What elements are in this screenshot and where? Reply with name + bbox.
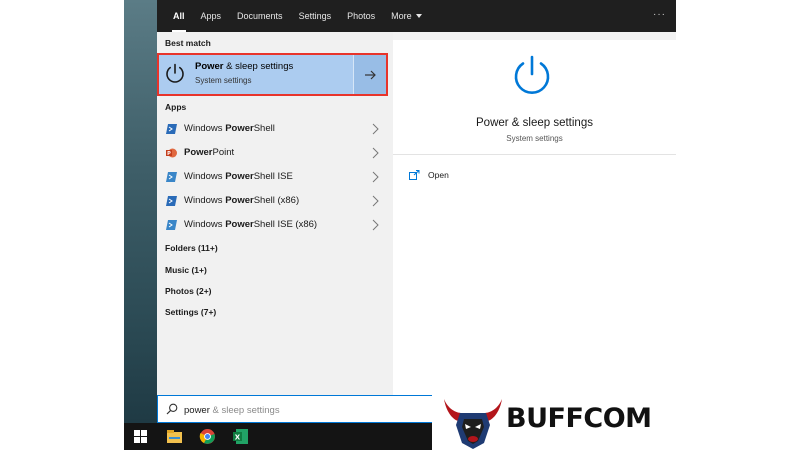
powershell-icon — [166, 124, 177, 134]
best-match-heading: Best match — [165, 38, 211, 48]
chevron-right-icon[interactable] — [371, 195, 379, 207]
search-input[interactable]: power & sleep settings — [184, 405, 280, 416]
search-icon — [166, 403, 178, 415]
details-actions: Open — [393, 154, 676, 395]
windows-start-icon[interactable] — [134, 430, 147, 443]
group-settings[interactable]: Settings (7+) — [165, 307, 216, 317]
excel-icon[interactable]: X — [232, 428, 249, 445]
arrow-right-icon — [365, 70, 376, 79]
best-match-result[interactable]: Power & sleep settings System settings — [157, 53, 388, 96]
open-external-icon — [409, 170, 420, 180]
app-result-windows-powershell-x86[interactable]: Windows PowerShell (x86) — [157, 189, 393, 213]
svg-text:P: P — [167, 151, 171, 157]
details-subtitle: System settings — [506, 134, 563, 143]
open-action-label: Open — [428, 170, 449, 180]
details-title: Power & sleep settings — [476, 117, 593, 129]
chevron-down-icon — [415, 14, 422, 18]
search-filter-bar: All Apps Documents Settings Photos More … — [157, 0, 676, 32]
group-photos[interactable]: Photos (2+) — [165, 286, 212, 296]
desktop-background — [124, 0, 157, 423]
tab-more[interactable]: More — [383, 0, 430, 32]
power-icon — [166, 63, 184, 83]
tab-documents[interactable]: Documents — [229, 0, 291, 32]
tab-apps[interactable]: Apps — [193, 0, 230, 32]
app-result-windows-powershell[interactable]: Windows PowerShell — [157, 117, 393, 141]
file-explorer-icon[interactable] — [166, 428, 183, 445]
powershell-ise-icon — [166, 220, 177, 230]
best-match-subtitle: System settings — [195, 76, 252, 85]
best-match-title: Power & sleep settings — [195, 61, 294, 72]
powershell-icon — [166, 196, 177, 206]
powershell-ise-icon — [166, 172, 177, 182]
details-header: Power & sleep settings System settings — [393, 40, 676, 154]
group-folders[interactable]: Folders (11+) — [165, 243, 218, 253]
app-result-windows-powershell-ise[interactable]: Windows PowerShell ISE — [157, 165, 393, 189]
tab-photos[interactable]: Photos — [339, 0, 383, 32]
open-details-button[interactable] — [353, 55, 386, 94]
powerpoint-icon: P — [166, 148, 177, 158]
results-pane: Best match Power & sleep settings System… — [157, 32, 393, 395]
app-result-label: PowerPoint — [184, 147, 235, 158]
chrome-icon[interactable] — [199, 428, 216, 445]
start-search-window: All Apps Documents Settings Photos More … — [124, 0, 676, 450]
buffcom-logo: BUFFCOM — [432, 391, 676, 450]
chevron-right-icon[interactable] — [371, 147, 379, 159]
chevron-right-icon[interactable] — [371, 219, 379, 231]
app-result-powerpoint[interactable]: P PowerPoint — [157, 141, 393, 165]
details-pane: Power & sleep settings System settings O… — [393, 32, 676, 395]
apps-heading: Apps — [165, 102, 187, 112]
more-options-button[interactable]: ··· — [653, 9, 666, 20]
tab-settings[interactable]: Settings — [291, 0, 340, 32]
bull-logo-icon — [444, 399, 502, 449]
svg-text:X: X — [235, 434, 241, 442]
tab-all[interactable]: All — [165, 0, 193, 32]
power-icon — [514, 55, 550, 94]
buffcom-logo-text: BUFFCOM — [506, 403, 652, 434]
app-result-label: Windows PowerShell (x86) — [184, 195, 300, 206]
open-action[interactable]: Open — [409, 167, 449, 183]
app-result-label: Windows PowerShell ISE — [184, 171, 293, 182]
app-result-windows-powershell-ise-x86[interactable]: Windows PowerShell ISE (x86) — [157, 213, 393, 237]
chevron-right-icon[interactable] — [371, 171, 379, 183]
group-music[interactable]: Music (1+) — [165, 265, 207, 275]
app-result-label: Windows PowerShell — [184, 123, 275, 134]
chevron-right-icon[interactable] — [371, 123, 379, 135]
app-result-label: Windows PowerShell ISE (x86) — [184, 219, 318, 230]
